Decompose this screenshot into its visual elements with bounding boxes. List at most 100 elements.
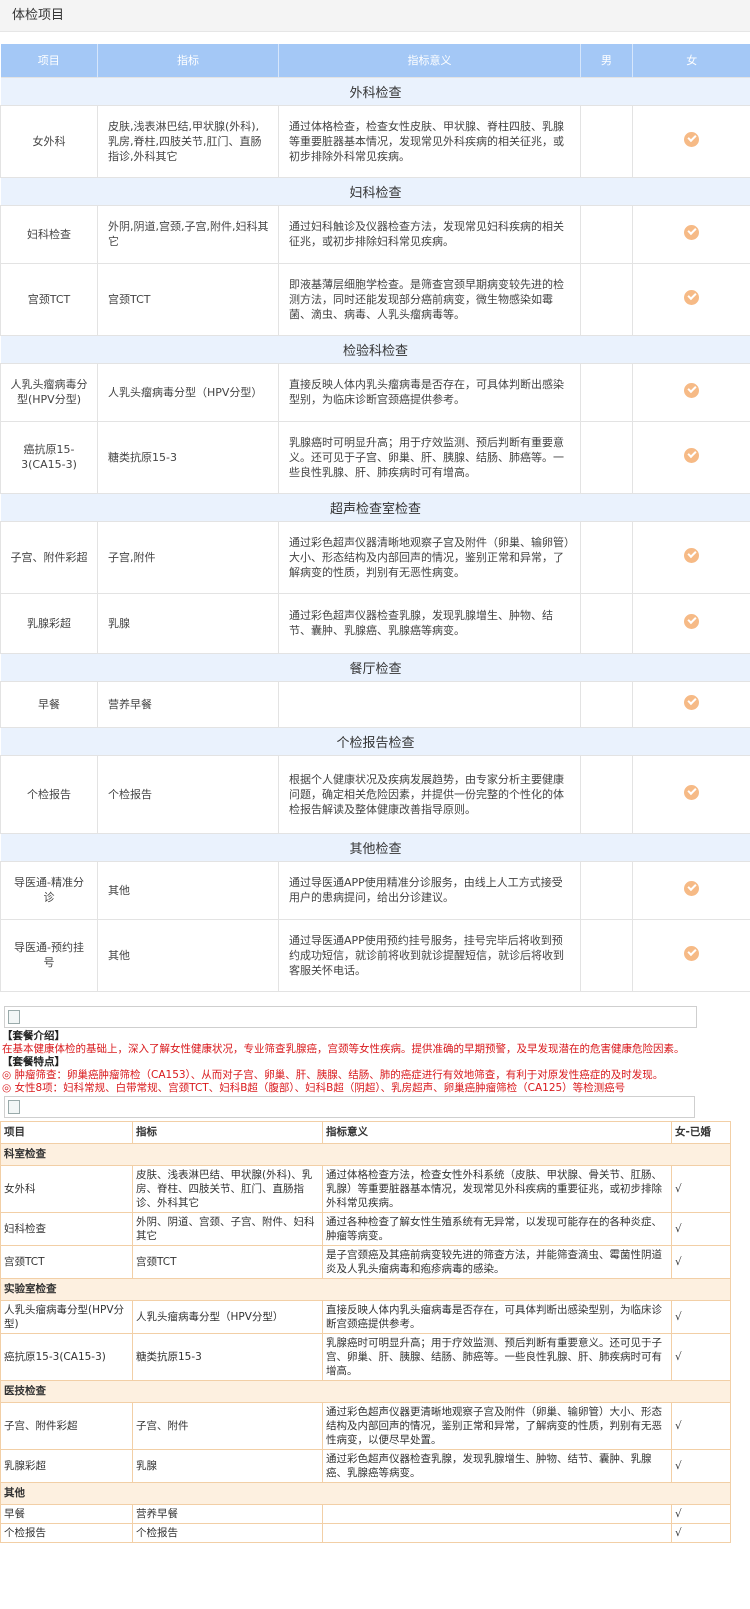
- item-meaning: 直接反映人体内乳头瘤病毒是否存在，可具体判断出感染型别，为临床诊断宫颈癌提供参考…: [322, 1299, 672, 1334]
- check-icon: [684, 132, 699, 147]
- item-meaning: 乳腺癌时可明显升高；用于疗效监测、预后判断有重要意义。还可见于子宫、卵巢、肝、胰…: [322, 1332, 672, 1381]
- male-cell: [580, 754, 633, 834]
- item-meaning: 通过彩色超声仪器清晰地观察子宫及附件（卵巢、输卵管）大小、形态结构及内部回声的情…: [278, 520, 581, 594]
- check-icon: [684, 695, 699, 710]
- female-cell: [632, 918, 750, 992]
- group-title: 其他: [0, 1481, 731, 1505]
- table-row: 早餐 营养早餐: [0, 680, 750, 728]
- section-title: 检验科检查: [0, 334, 750, 364]
- page-title: 体检项目: [0, 0, 750, 32]
- item-index: 营养早餐: [97, 680, 279, 728]
- female-cell: [632, 420, 750, 494]
- item-name: 个检报告: [0, 1522, 133, 1543]
- col-header-index: 指标: [97, 44, 279, 77]
- female-cell: [632, 362, 750, 422]
- item-meaning: 通过彩色超声仪器检查乳腺，发现乳腺增生、肿物、结节、囊肿、乳腺癌、乳腺癌等病变。: [322, 1448, 672, 1483]
- female-married-mark: √: [671, 1401, 731, 1450]
- male-cell: [580, 918, 633, 992]
- group-header: 实验室检查: [0, 1277, 731, 1301]
- item-name: 子宫、附件彩超: [0, 1401, 133, 1450]
- item-name: 人乳头瘤病毒分型(HPV分型): [0, 1299, 133, 1334]
- female-married-mark: √: [671, 1448, 731, 1483]
- package-intro: 【套餐介绍】 在基本健康体检的基础上，深入了解女性健康状况，专业筛查乳腺癌，宫颈…: [0, 1030, 750, 1095]
- female-married-mark: √: [671, 1211, 731, 1246]
- table-row: 导医通-精准分诊 其他 通过导医通APP使用精准分诊服务，由线上人工方式接受用户的患…: [0, 860, 750, 920]
- item-index: 人乳头瘤病毒分型（HPV分型）: [97, 362, 279, 422]
- section-header: 个检报告检查: [0, 726, 750, 756]
- intro-heading: 【套餐介绍】: [2, 1029, 65, 1042]
- item-name: 癌抗原15-3(CA15-3): [0, 420, 98, 494]
- feature-tumor-screening: ◎ 肿瘤筛查：卵巢癌肿瘤筛检（CA153）、从而对子宫、卵巢、肝、胰腺、结肠、肺…: [2, 1068, 664, 1081]
- col-header-meaning: 指标意义: [278, 44, 581, 77]
- female-married-mark: √: [671, 1522, 731, 1543]
- table-row: 宫颈TCT 宫颈TCT 即液基薄层细胞学检查。是筛查宫颈早期病变较先进的检测方法，同…: [0, 262, 750, 336]
- item-index: 个检报告: [132, 1522, 323, 1543]
- check-icon: [684, 548, 699, 563]
- table-row: 个检报告 个检报告 √: [0, 1522, 731, 1543]
- female-married-mark: √: [671, 1299, 731, 1334]
- male-cell: [580, 860, 633, 920]
- col-header-meaning: 指标意义: [322, 1120, 672, 1144]
- female-cell: [632, 262, 750, 336]
- item-index: 乳腺: [132, 1448, 323, 1483]
- item-index: 乳腺: [97, 592, 279, 654]
- section-title: 妇科检查: [0, 176, 750, 206]
- col-header-female-married: 女-已婚: [671, 1120, 731, 1144]
- item-meaning: 通过体格检查方法，检查女性外科系统（皮肤、甲状腺、骨关节、肛肠、乳腺）等重要脏器…: [322, 1164, 672, 1213]
- item-index: 营养早餐: [132, 1503, 323, 1524]
- group-title: 医技检查: [0, 1379, 731, 1403]
- section-header: 检验科检查: [0, 334, 750, 364]
- item-index: 糖类抗原15-3: [97, 420, 279, 494]
- item-meaning: 通过导医通APP使用精准分诊服务，由线上人工方式接受用户的患病提问，给出分诊建议…: [278, 860, 581, 920]
- broken-image-icon: [8, 1099, 20, 1114]
- col-header-index: 指标: [132, 1120, 323, 1144]
- item-meaning: 是子宫颈癌及其癌前病变较先进的筛查方法，并能筛查滴虫、霉菌性阴道炎及人乳头瘤病毒…: [322, 1244, 672, 1279]
- item-name: 宫颈TCT: [0, 1244, 133, 1279]
- female-cell: [632, 680, 750, 728]
- col-header-female: 女: [632, 44, 750, 77]
- item-index: 宫颈TCT: [132, 1244, 323, 1279]
- table-row: 导医通-预约挂号 其他 通过导医通APP使用预约挂号服务，挂号完毕后将收到预约成功短…: [0, 918, 750, 992]
- col-header-male: 男: [580, 44, 633, 77]
- check-icon: [684, 448, 699, 463]
- female-cell: [632, 104, 750, 178]
- section-header: 外科检查: [0, 76, 750, 106]
- item-index: 皮肤,浅表淋巴结,甲状腺(外科),乳房,脊柱,四肢关节,肛门、直肠指诊,外科其它: [97, 104, 279, 178]
- section-header: 餐厅检查: [0, 652, 750, 682]
- exam-items-table: 项目 指标 指标意义 男 女 外科检查 女外科 皮肤,浅表淋巴结,甲状腺(外科),乳…: [0, 44, 750, 992]
- table-row: 人乳头瘤病毒分型(HPV分型) 人乳头瘤病毒分型（HPV分型） 直接反映人体内乳头瘤…: [0, 362, 750, 422]
- check-icon: [684, 290, 699, 305]
- item-meaning: 乳腺癌时可明显升高；用于疗效监测、预后判断有重要意义。还可见于子宫、卵巢、肝、胰…: [278, 420, 581, 494]
- section-header: 超声检查室检查: [0, 492, 750, 522]
- item-index: 糖类抗原15-3: [132, 1332, 323, 1381]
- exam-items-body: 外科检查 女外科 皮肤,浅表淋巴结,甲状腺(外科),乳房,脊柱,四肢关节,肛门、直肠…: [0, 76, 750, 992]
- group-header: 科室检查: [0, 1142, 731, 1166]
- item-index: 其他: [97, 918, 279, 992]
- item-index: 宫颈TCT: [97, 262, 279, 336]
- table-row: 早餐 营养早餐 √: [0, 1503, 731, 1524]
- check-icon: [684, 785, 699, 800]
- item-index: 子宫,附件: [97, 520, 279, 594]
- item-name: 早餐: [0, 680, 98, 728]
- male-cell: [580, 262, 633, 336]
- item-index: 个检报告: [97, 754, 279, 834]
- male-cell: [580, 204, 633, 264]
- table-row: 妇科检查 外阴、阴道、宫颈、子宫、附件、妇科其它 通过各种检查了解女性生殖系统有无异…: [0, 1211, 731, 1246]
- broken-image-icon: [8, 1009, 20, 1024]
- female-married-mark: √: [671, 1164, 731, 1213]
- section-title: 外科检查: [0, 76, 750, 106]
- section-title: 个检报告检查: [0, 726, 750, 756]
- item-name: 宫颈TCT: [0, 262, 98, 336]
- item-name: 妇科检查: [0, 204, 98, 264]
- female-married-mark: √: [671, 1332, 731, 1381]
- item-name: 人乳头瘤病毒分型(HPV分型): [0, 362, 98, 422]
- item-meaning: 即液基薄层细胞学检查。是筛查宫颈早期病变较先进的检测方法，同时还能发现部分癌前病…: [278, 262, 581, 336]
- item-meaning: 通过导医通APP使用预约挂号服务，挂号完毕后将收到预约成功短信，就诊前将收到就诊…: [278, 918, 581, 992]
- group-header: 医技检查: [0, 1379, 731, 1403]
- table-row: 宫颈TCT 宫颈TCT 是子宫颈癌及其癌前病变较先进的筛查方法，并能筛查滴虫、霉菌性…: [0, 1244, 731, 1279]
- check-icon: [684, 383, 699, 398]
- male-cell: [580, 680, 633, 728]
- male-cell: [580, 520, 633, 594]
- table-row: 癌抗原15-3(CA15-3) 糖类抗原15-3 乳腺癌时可明显升高；用于疗效监测、…: [0, 420, 750, 494]
- item-index: 外阴、阴道、宫颈、子宫、附件、妇科其它: [132, 1211, 323, 1246]
